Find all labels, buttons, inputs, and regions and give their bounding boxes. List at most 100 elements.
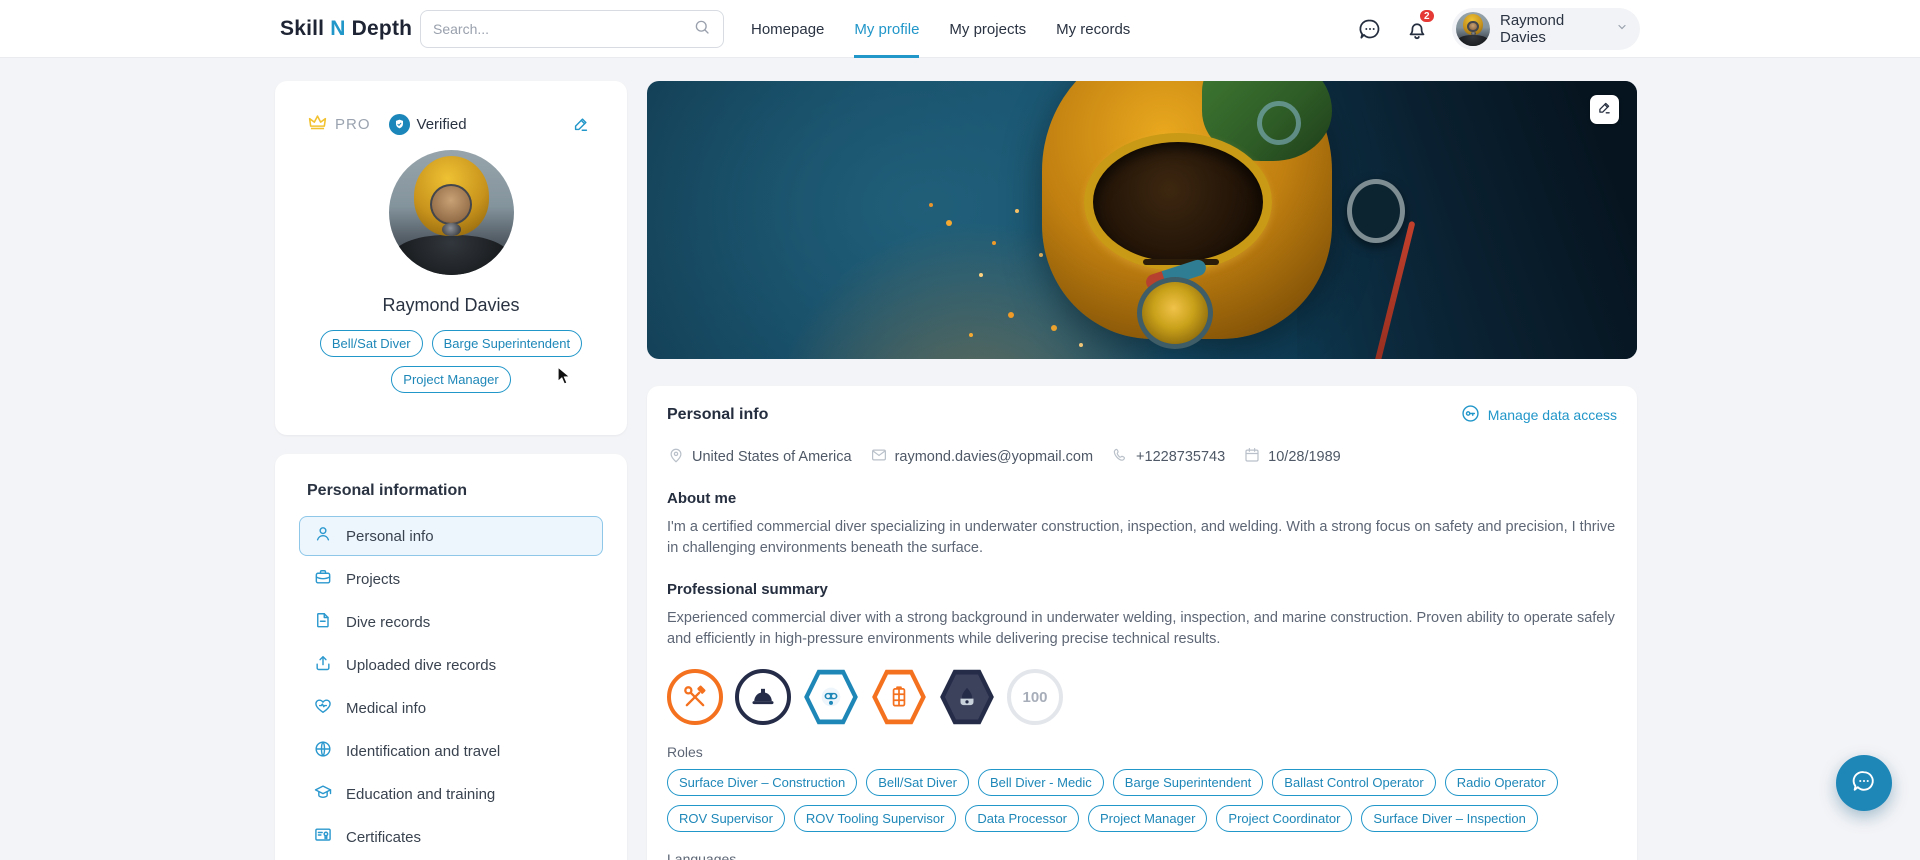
graduation-cap-icon [313, 782, 333, 807]
role-chip: Project Coordinator [1216, 805, 1353, 832]
envelope-icon [870, 446, 888, 468]
search-input[interactable] [433, 21, 693, 37]
professional-summary-title: Professional summary [667, 581, 828, 598]
sidebar-item-label: Uploaded dive records [346, 656, 497, 674]
nav-my-projects[interactable]: My projects [949, 0, 1026, 58]
role-chip: ROV Tooling Supervisor [793, 805, 957, 832]
sidebar-item-label: Dive records [346, 613, 431, 631]
edit-cover-button[interactable] [1590, 95, 1619, 124]
sidebar-item-certificates[interactable]: Certificates [299, 817, 603, 857]
professional-summary-text: Experienced commercial diver with a stro… [667, 610, 1615, 647]
personal-info-section: Personal info Manage data access United … [647, 386, 1637, 860]
sidebar-item-label: Certificates [346, 828, 422, 846]
snorkel-mask-badge [939, 669, 995, 725]
user-menu[interactable]: Raymond Davies [1452, 8, 1640, 50]
briefcase-icon [313, 567, 333, 592]
chevron-down-icon [1616, 20, 1628, 38]
manage-data-access-label: Manage data access [1487, 407, 1617, 423]
sidebar-item-medical-info[interactable]: Medical info [299, 688, 603, 728]
certificate-icon [313, 825, 333, 850]
profile-summary-card: PRO Verified Raymond Davies Bell/Sat Div… [275, 81, 627, 435]
location-pin-icon [667, 446, 685, 468]
sidebar-item-education-and-training[interactable]: Education and training [299, 774, 603, 814]
sidebar-item-label: Projects [346, 570, 401, 588]
about-me-text: I'm a certified commercial diver special… [667, 519, 1616, 556]
nav-homepage[interactable]: Homepage [751, 0, 824, 58]
profile-photo [388, 150, 514, 275]
role-chip: Barge Superintendent [431, 330, 583, 357]
app-logo[interactable]: Skill N Depth [280, 17, 412, 41]
notification-count-badge: 2 [1418, 8, 1436, 24]
top-navbar: Skill N Depth Homepage My profile My pro… [0, 0, 1920, 58]
sidebar-item-dive-records[interactable]: Dive records [299, 602, 603, 642]
edit-profile-icon[interactable] [571, 114, 591, 134]
languages-title: Languages [667, 851, 737, 860]
profile-name: Raymond Davies [382, 295, 520, 315]
support-chat-button[interactable] [1836, 755, 1892, 811]
avatar [1456, 12, 1490, 46]
dive-mask-badge [803, 669, 859, 725]
diving-bell-badge [871, 669, 927, 725]
role-chip: Surface Diver – Inspection [1361, 805, 1538, 832]
achievement-badges: 100 [667, 669, 1617, 725]
cover-photo [647, 81, 1637, 359]
verified-badge: Verified [388, 113, 571, 135]
manage-data-access-link[interactable]: Manage data access [1460, 403, 1617, 427]
verified-label: Verified [416, 115, 467, 133]
upload-icon [313, 653, 333, 678]
role-chip: ROV Supervisor [667, 805, 785, 832]
main-nav: Homepage My profile My projects My recor… [751, 0, 1130, 58]
globe-icon [313, 739, 333, 764]
role-chip: Bell/Sat Diver [319, 330, 423, 357]
logo-part-depth: Depth [351, 17, 413, 40]
sidebar-item-identification-and-travel[interactable]: Identification and travel [299, 731, 603, 771]
email-value: raymond.davies@yopmail.com [894, 449, 1094, 465]
role-chip: Data Processor [965, 805, 1080, 832]
crown-icon [307, 111, 328, 137]
about-me-title: About me [667, 490, 737, 507]
role-chip: Ballast Control Operator [1272, 769, 1436, 796]
role-chip: Surface Diver – Construction [667, 769, 858, 796]
phone-value: +1228735743 [1136, 449, 1226, 465]
nav-my-profile[interactable]: My profile [854, 0, 920, 58]
pro-badge: PRO [307, 111, 371, 137]
roles-chips: Surface Diver – Construction Bell/Sat Di… [667, 769, 1622, 832]
logo-part-n: N [330, 17, 346, 40]
document-icon [313, 610, 333, 635]
sidebar-item-projects[interactable]: Projects [299, 559, 603, 599]
sidebar-item-uploaded-dive-records[interactable]: Uploaded dive records [299, 645, 603, 685]
phone-item: +1228735743 [1111, 446, 1225, 468]
user-name: Raymond Davies [1500, 12, 1565, 46]
contact-row: United States of America raymond.davies@… [667, 446, 1617, 468]
tools-badge [667, 669, 723, 725]
role-chip: Project Manager [1088, 805, 1208, 832]
sidebar-item-label: Personal info [346, 527, 434, 545]
birth-date-item: 10/28/1989 [1243, 446, 1341, 468]
roles-title: Roles [667, 744, 703, 760]
score-badge-label: 100 [1022, 688, 1048, 706]
role-chip: Project Manager [391, 366, 511, 393]
sidebar-item-label: Identification and travel [346, 742, 501, 760]
email-item: raymond.davies@yopmail.com [870, 446, 1093, 468]
birth-date-value: 10/28/1989 [1268, 449, 1341, 465]
nav-my-records[interactable]: My records [1056, 0, 1130, 58]
section-title: Personal info [667, 406, 769, 423]
profile-role-chips: Bell/Sat Diver Barge Superintendent Proj… [301, 330, 601, 393]
pencil-icon [1596, 99, 1613, 121]
heart-pulse-icon [313, 696, 333, 721]
logo-part-skill: Skill [280, 17, 325, 40]
score-badge: 100 [1007, 669, 1063, 725]
hardhat-badge [735, 669, 791, 725]
messages-icon[interactable] [1357, 16, 1383, 42]
key-circle-icon [1460, 403, 1481, 427]
country-value: United States of America [692, 449, 852, 465]
country-item: United States of America [667, 446, 852, 468]
menu-title: Personal information [307, 482, 468, 499]
search-icon [693, 18, 711, 41]
chat-bubble-icon [1850, 767, 1878, 800]
role-chip: Bell/Sat Diver [866, 769, 969, 796]
sidebar-item-personal-info[interactable]: Personal info [299, 516, 603, 556]
sidebar-item-label: Education and training [346, 785, 496, 803]
role-chip: Bell Diver - Medic [977, 769, 1104, 796]
role-chip: Barge Superintendent [1112, 769, 1264, 796]
